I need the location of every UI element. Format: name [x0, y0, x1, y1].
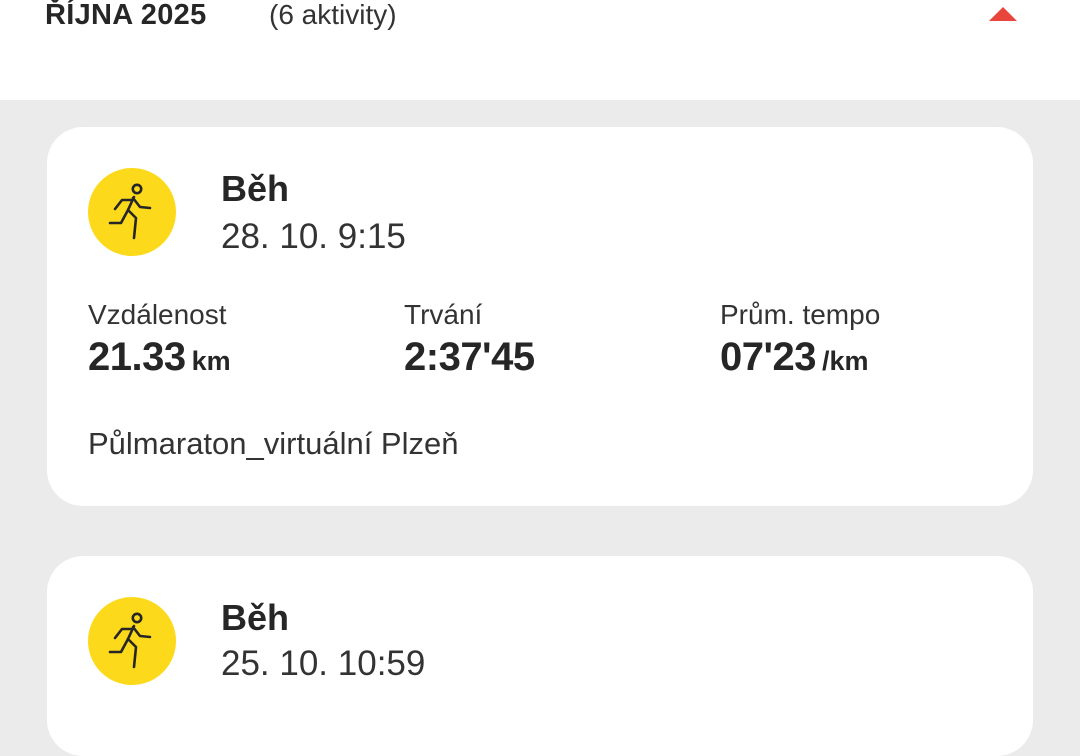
running-icon [88, 168, 176, 256]
stat-number: 21.33 [88, 335, 186, 379]
collapse-toggle-button[interactable] [980, 0, 1026, 34]
stat-value: 21.33 km [88, 335, 231, 388]
stat-value: 07'23/km [720, 335, 880, 388]
activity-name: Půlmaraton_virtuální Plzeň [88, 426, 459, 461]
month-title: ŘÍJNA 2025 [45, 0, 207, 31]
activity-card[interactable]: Běh 28. 10. 9:15 Vzdálenost 21.33 km Trvá… [47, 127, 1033, 506]
activity-card[interactable]: Běh 25. 10. 10:59 [47, 556, 1033, 756]
activity-type: Běh [221, 597, 290, 638]
stat-label: Vzdálenost [88, 299, 227, 330]
stat-number: 07'23 [720, 335, 817, 379]
stat-number: 2:37'45 [404, 335, 535, 379]
stat-label: Prům. tempo [720, 299, 881, 330]
running-icon [88, 597, 176, 685]
stat-label: Trvání [404, 299, 483, 330]
activity-type: Běh [221, 168, 290, 209]
stat-unit: km [191, 346, 231, 376]
activity-date: 25. 10. 10:59 [221, 644, 426, 683]
activity-date: 28. 10. 9:15 [221, 217, 406, 256]
stat-duration: Trvání 2:37'45 [404, 297, 535, 388]
stat-avg-pace: Prům. tempo 07'23/km [720, 297, 880, 388]
activity-count: (6 aktivity) [269, 0, 397, 30]
chevron-up-icon [989, 7, 1017, 21]
stat-value: 2:37'45 [404, 335, 535, 388]
stat-distance: Vzdálenost 21.33 km [88, 297, 231, 388]
month-section-header[interactable]: ŘÍJNA 2025 (6 aktivity) [0, 0, 1080, 100]
stat-unit: /km [822, 346, 869, 376]
